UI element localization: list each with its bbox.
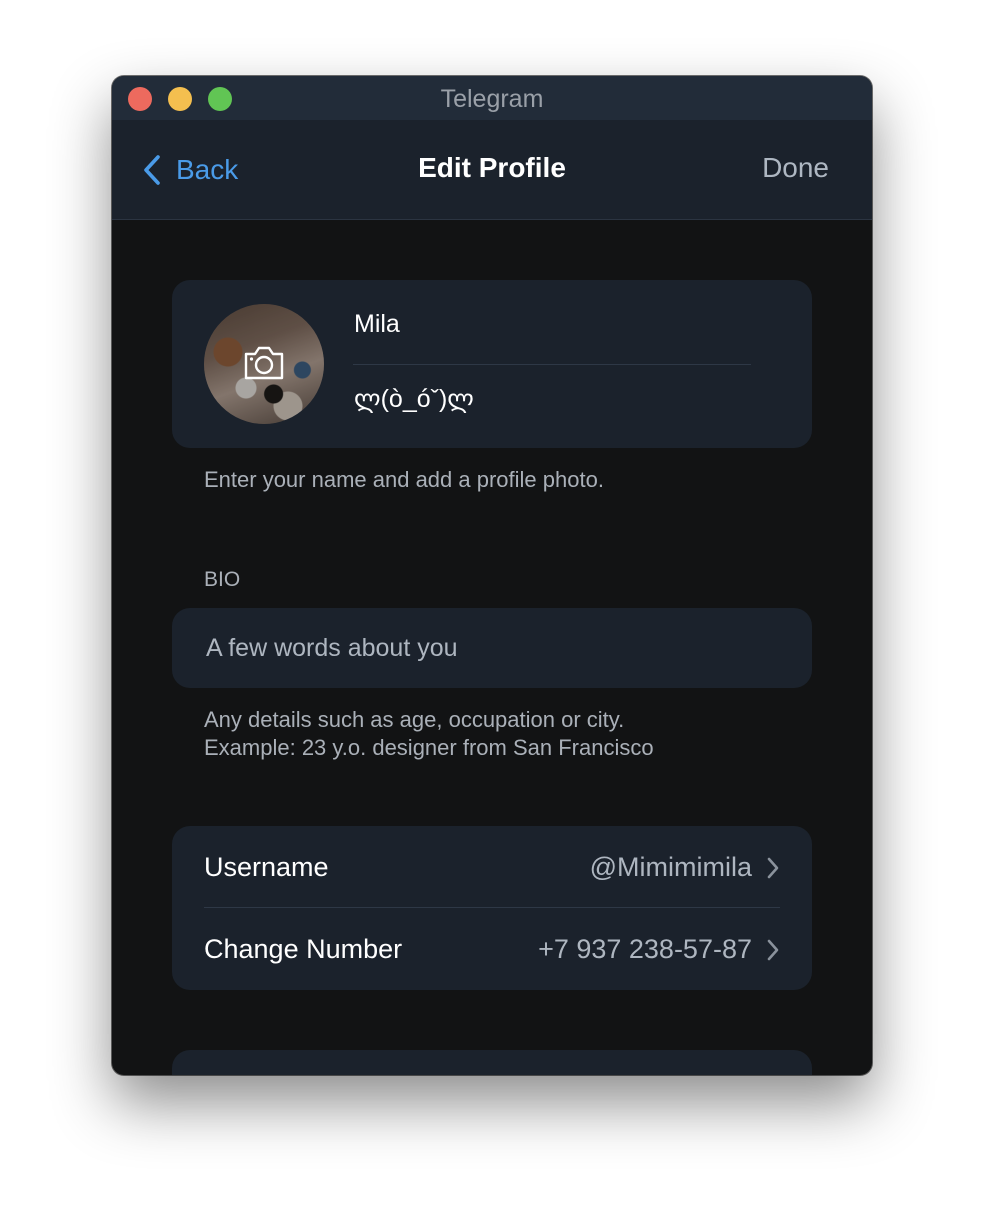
change-number-row[interactable]: Change Number +7 937 238-57-87 — [172, 908, 812, 990]
chevron-right-icon — [767, 939, 779, 961]
change-number-label: Change Number — [204, 934, 403, 964]
title-bar[interactable]: Telegram — [112, 76, 872, 120]
bio-hint-line-1: Any details such as age, occupation or c… — [204, 707, 625, 732]
username-label: Username — [204, 852, 329, 882]
page-title: Edit Profile — [418, 152, 566, 183]
done-button[interactable]: Done — [762, 152, 829, 184]
bio-section-label: BIO — [204, 568, 241, 591]
name-divider — [353, 364, 751, 365]
first-name-field[interactable]: Mila — [354, 310, 754, 339]
profile-hint: Enter your name and add a profile photo. — [204, 467, 604, 492]
username-row[interactable]: Username @Mimimimila — [172, 826, 812, 908]
navigation-bar: Back Edit Profile Done — [112, 120, 872, 220]
last-name-field[interactable]: ლ(ò_óˇ)ლ — [354, 384, 754, 414]
bio-input[interactable] — [206, 630, 786, 666]
next-section-card — [172, 1050, 812, 1075]
window-title: Telegram — [440, 85, 544, 113]
bio-hint: Any details such as age, occupation or c… — [204, 706, 654, 762]
username-value: @Mimimimila — [589, 852, 752, 882]
profile-card: Mila ლ(ò_óˇ)ლ — [172, 280, 812, 448]
bio-hint-line-2: Example: 23 y.o. designer from San Franc… — [204, 735, 654, 760]
bio-card — [172, 608, 812, 688]
avatar[interactable] — [204, 304, 324, 424]
phone-number-value: +7 937 238-57-87 — [538, 934, 752, 964]
account-card: Username @Mimimimila Change Number +7 93… — [172, 826, 812, 990]
camera-icon — [244, 346, 284, 380]
telegram-window: Telegram Back Edit Profile Done Mila ლ(ò… — [112, 76, 872, 1075]
chevron-right-icon — [767, 857, 779, 879]
